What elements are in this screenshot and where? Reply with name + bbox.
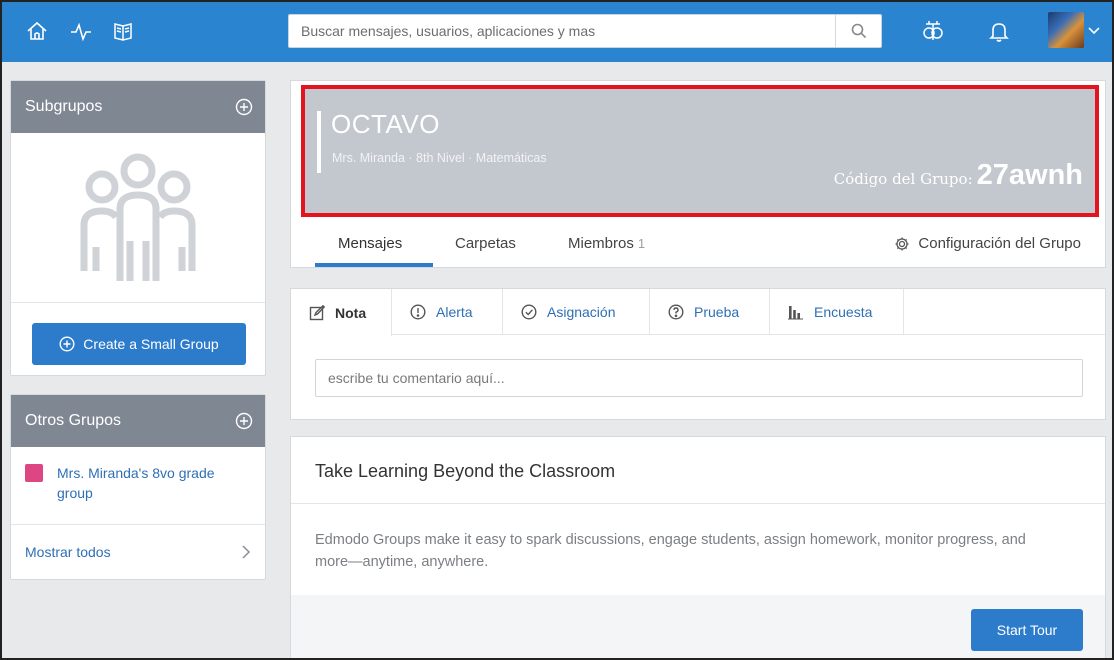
- people-group-icon: [80, 153, 196, 281]
- search-button[interactable]: [835, 15, 881, 47]
- subgroups-header: Subgrupos: [11, 81, 265, 133]
- activity-icon[interactable]: [64, 14, 98, 48]
- search-bar: [288, 14, 882, 48]
- add-group-icon[interactable]: [235, 412, 253, 430]
- alert-icon: [410, 304, 426, 320]
- add-subgroup-icon[interactable]: [235, 98, 253, 116]
- group-subtitle: Mrs. Miranda · 8th Nivel · Matemáticas: [332, 151, 547, 165]
- avatar[interactable]: [1048, 12, 1084, 48]
- tab-encuesta-label: Encuesta: [814, 304, 873, 320]
- promo-footer: Start Tour: [291, 595, 1105, 658]
- tab-alerta[interactable]: Alerta: [392, 289, 503, 335]
- divider: [291, 503, 1105, 504]
- tab-miembros-label: Miembros: [568, 235, 634, 252]
- group-header: OCTAVO Mrs. Miranda · 8th Nivel · Matemá…: [290, 80, 1106, 268]
- post-type-tabs: Nota Alerta Asignación Prueba Encuesta: [291, 289, 1105, 336]
- group-color-swatch: [25, 464, 43, 482]
- post-composer: Nota Alerta Asignación Prueba Encuesta: [290, 288, 1106, 420]
- app-window: Subgrupos Create a Small Group Otros Gru…: [0, 0, 1114, 660]
- search-icon: [851, 23, 866, 39]
- group-code-value: 27awnh: [976, 159, 1083, 191]
- tab-asignacion[interactable]: Asignación: [503, 289, 650, 335]
- plus-circle-icon: [59, 336, 75, 352]
- take-learning-card: Take Learning Beyond the Classroom Edmod…: [290, 436, 1106, 658]
- tab-nota[interactable]: Nota: [291, 289, 392, 336]
- question-icon: [668, 304, 684, 320]
- tab-alerta-label: Alerta: [436, 304, 473, 320]
- other-groups-title: Otros Grupos: [25, 412, 122, 429]
- tab-carpetas-label: Carpetas: [455, 235, 516, 252]
- tab-carpetas[interactable]: Carpetas: [455, 235, 516, 252]
- tab-miembros[interactable]: Miembros 1: [568, 235, 645, 252]
- tab-prueba-label: Prueba: [694, 304, 740, 320]
- other-groups-panel: Otros Grupos Mrs. Miranda's 8vo grade gr…: [10, 394, 266, 580]
- active-tab-indicator: [315, 263, 433, 267]
- home-icon[interactable]: [20, 14, 54, 48]
- other-groups-header: Otros Grupos: [11, 395, 265, 447]
- group-settings-link[interactable]: Configuración del Grupo: [894, 235, 1081, 252]
- chevron-right-icon: [242, 545, 251, 559]
- check-circle-icon: [521, 304, 537, 320]
- backpack-icon[interactable]: [916, 14, 950, 48]
- show-all-groups-link[interactable]: Mostrar todos: [11, 525, 265, 579]
- note-icon: [309, 304, 325, 320]
- bell-icon[interactable]: [982, 14, 1016, 48]
- subgroups-empty-state: [11, 133, 265, 303]
- tab-asignacion-label: Asignación: [547, 304, 616, 320]
- group-code-label: Código del Grupo:: [833, 170, 973, 188]
- group-tabs: Mensajes Carpetas Miembros 1 Configuració…: [291, 221, 1105, 267]
- tab-encuesta[interactable]: Encuesta: [770, 289, 904, 335]
- start-tour-label: Start Tour: [996, 622, 1058, 638]
- tab-mensajes[interactable]: Mensajes: [338, 235, 402, 252]
- group-code: Código del Grupo: 27awnh: [834, 159, 1083, 192]
- subgroups-title: Subgrupos: [25, 98, 103, 115]
- gear-icon: [895, 237, 909, 250]
- banner-accent-bar: [317, 111, 321, 173]
- book-icon[interactable]: [106, 14, 140, 48]
- group-banner: OCTAVO Mrs. Miranda · 8th Nivel · Matemá…: [301, 85, 1099, 217]
- promo-title: Take Learning Beyond the Classroom: [315, 461, 616, 481]
- show-all-label: Mostrar todos: [25, 544, 111, 560]
- poll-icon: [788, 306, 803, 320]
- group-settings-label: Configuración del Grupo: [918, 235, 1081, 252]
- tab-prueba[interactable]: Prueba: [650, 289, 770, 335]
- top-nav-bar: [2, 2, 1112, 62]
- create-small-group-label: Create a Small Group: [83, 336, 219, 352]
- search-input[interactable]: [289, 15, 837, 47]
- tab-nota-label: Nota: [335, 304, 367, 321]
- members-count: 1: [637, 236, 646, 251]
- tab-mensajes-label: Mensajes: [338, 235, 403, 252]
- promo-description: Edmodo Groups make it easy to spark disc…: [315, 532, 1026, 570]
- subgroups-panel: Subgrupos Create a Small Group: [10, 80, 266, 376]
- chevron-down-icon[interactable]: [1086, 22, 1102, 38]
- list-item[interactable]: Mrs. Miranda's 8vo grade group: [11, 447, 265, 525]
- group-name: OCTAVO: [331, 109, 440, 139]
- comment-input[interactable]: [315, 359, 1083, 397]
- group-link[interactable]: Mrs. Miranda's 8vo grade group: [57, 463, 217, 524]
- create-small-group-button[interactable]: Create a Small Group: [32, 323, 246, 365]
- start-tour-button[interactable]: Start Tour: [971, 609, 1083, 651]
